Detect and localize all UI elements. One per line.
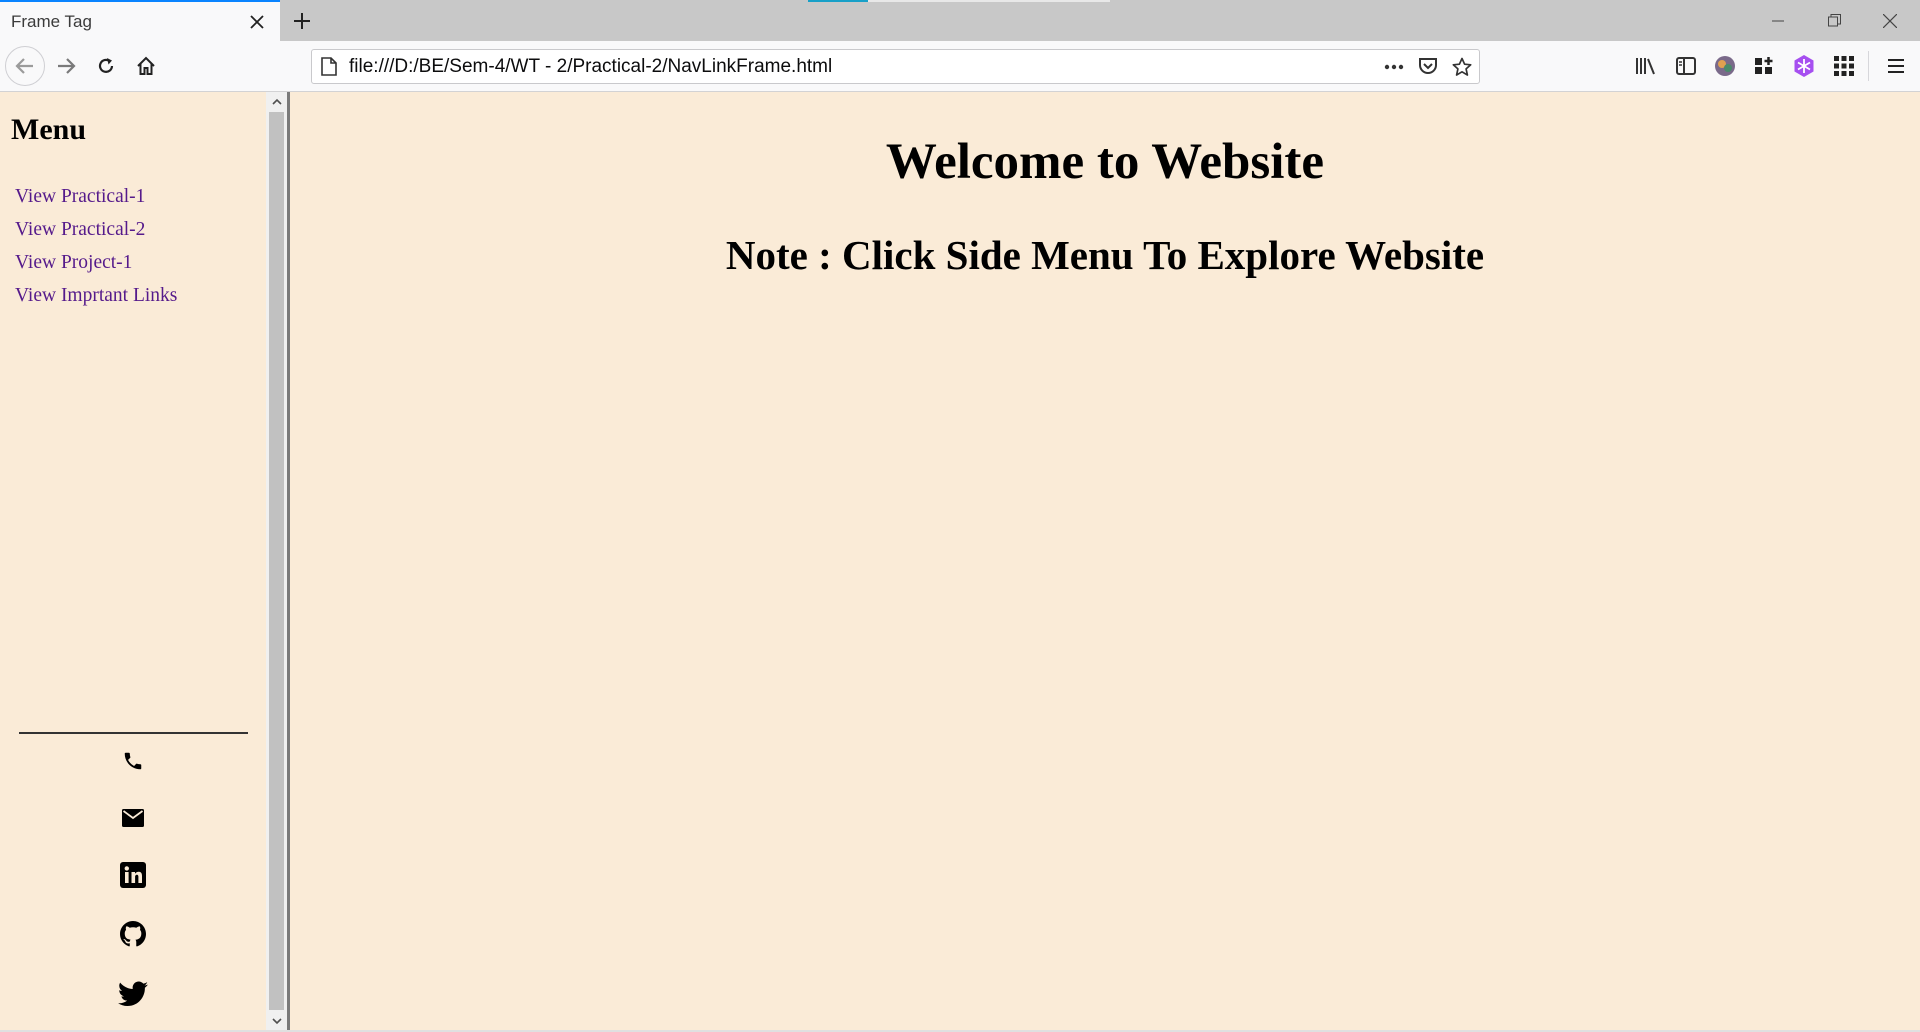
apps-grid-icon[interactable] [1828,50,1860,82]
menu-divider [19,732,248,734]
scroll-down-icon[interactable] [266,1012,287,1030]
home-button[interactable] [128,48,164,84]
reload-button[interactable] [88,48,124,84]
left-menu-frame: Menu View Practical-1 View Practical-2 V… [0,92,266,1030]
forward-button[interactable] [48,48,84,84]
page-icon [321,57,337,81]
toolbar-separator [1868,51,1869,81]
tab-strip-indicator-track [868,0,1110,2]
title-bar: Frame Tag [0,0,1920,41]
back-button[interactable] [5,46,45,86]
navigation-toolbar: file:///D:/BE/Sem-4/WT - 2/Practical-2/N… [0,41,1920,92]
page-content: Menu View Practical-1 View Practical-2 V… [0,92,1920,1030]
url-text[interactable]: file:///D:/BE/Sem-4/WT - 2/Practical-2/N… [349,56,1377,78]
email-icon[interactable] [118,803,148,833]
menu-link-practical-2[interactable]: View Practical-2 [15,213,177,246]
menu-link-practical-1[interactable]: View Practical-1 [15,180,177,213]
sidebar-icon[interactable] [1670,50,1702,82]
pocket-icon[interactable] [1411,50,1445,84]
scroll-up-icon[interactable] [266,92,287,110]
tab-strip-indicator [808,0,868,2]
address-bar[interactable]: file:///D:/BE/Sem-4/WT - 2/Practical-2/N… [311,49,1480,84]
tab-title: Frame Tag [11,11,92,31]
menu-list: View Practical-1 View Practical-2 View P… [15,180,177,312]
bookmark-star-icon[interactable] [1445,50,1479,84]
new-tab-button[interactable] [286,5,318,37]
phone-icon[interactable] [118,746,148,776]
library-icon[interactable] [1630,50,1662,82]
restore-button[interactable] [1806,0,1862,41]
welcome-heading: Welcome to Website [885,134,1325,190]
menu-link-important-links[interactable]: View Imprtant Links [15,279,177,312]
menu-link-project-1[interactable]: View Project-1 [15,246,177,279]
account-icon[interactable] [1709,50,1741,82]
minimize-button[interactable] [1750,0,1806,41]
menu-icon[interactable] [1880,50,1912,82]
left-frame-scrollbar[interactable] [266,92,287,1030]
close-window-button[interactable] [1862,0,1918,41]
extension-icon[interactable] [1748,50,1780,82]
browser-tab[interactable]: Frame Tag [0,0,280,41]
main-content-frame: Welcome to Website Note : Click Side Men… [290,92,1920,1030]
note-heading: Note : Click Side Menu To Explore Websit… [725,232,1485,278]
github-icon[interactable] [118,919,148,949]
snowflake-extension-icon[interactable] [1788,50,1820,82]
menu-title: Menu [11,113,86,146]
page-actions-icon[interactable] [1377,50,1411,84]
twitter-icon[interactable] [118,979,148,1009]
scrollbar-thumb[interactable] [269,112,284,1010]
close-tab-icon[interactable] [242,7,272,37]
linkedin-icon[interactable] [118,860,148,890]
